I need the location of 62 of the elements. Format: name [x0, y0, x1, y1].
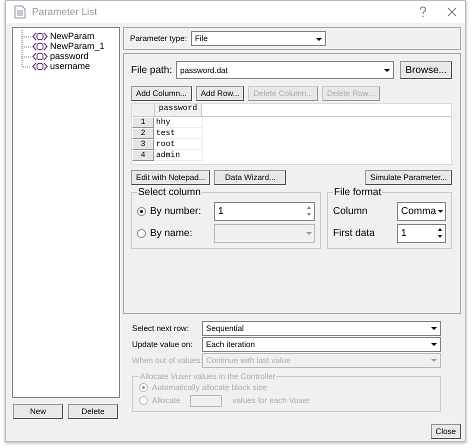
- dropdown-value: Sequential: [206, 324, 245, 332]
- table-cell[interactable]: hhy: [154, 117, 203, 128]
- delete-button[interactable]: Delete: [68, 404, 118, 419]
- spinner-value: 1: [218, 206, 224, 216]
- window-title: Parameter List: [32, 6, 98, 18]
- parameter-name[interactable]: NewParam_1: [49, 41, 106, 51]
- close-button[interactable]: Close: [430, 424, 461, 439]
- browse-button[interactable]: Browse...: [400, 61, 452, 79]
- number-spinner[interactable]: 1: [214, 202, 315, 220]
- group-title: Allocate Vuser values in the Controller: [139, 372, 276, 381]
- spinner-value: 1: [401, 228, 407, 238]
- option-label: Allocate: [152, 396, 180, 405]
- dropdown-value: password.dat: [180, 66, 229, 74]
- radio-button[interactable]: [137, 206, 146, 216]
- column-label: Column: [333, 206, 368, 216]
- table-cell[interactable]: root: [154, 139, 203, 150]
- setting-label: Select next row:: [132, 324, 190, 332]
- setting-dropdown[interactable]: Each iteration: [202, 336, 441, 352]
- dropdown-value: Continue with last value: [206, 356, 292, 364]
- new-button[interactable]: New: [13, 404, 63, 419]
- parameter-icon: [32, 62, 48, 70]
- number-spinner[interactable]: 1: [397, 224, 446, 242]
- dropdown-value: File: [194, 34, 209, 43]
- simulate-parameter-button[interactable]: Simulate Parameter...: [365, 170, 452, 185]
- document-icon: [14, 5, 26, 19]
- parameter-type-label: Parameter type:: [130, 34, 187, 43]
- file-path-label: File path:: [131, 64, 172, 76]
- setting-label: Update value on:: [132, 340, 194, 348]
- first-data-label: First data: [333, 228, 376, 238]
- table-cell[interactable]: test: [154, 128, 203, 139]
- parameter-icon: [32, 32, 48, 40]
- group-title: Select column: [137, 187, 202, 198]
- group-title: File format: [333, 187, 382, 198]
- edit-with-notepad-button[interactable]: Edit with Notepad...: [131, 170, 210, 185]
- parameter-icon: [32, 52, 48, 60]
- option-label: Automatically allocate block size: [152, 383, 267, 392]
- column-header[interactable]: password: [154, 104, 202, 116]
- setting-dropdown[interactable]: Sequential: [202, 320, 441, 336]
- option-label: By number:: [150, 206, 202, 216]
- grid-action-button[interactable]: Add Row...: [196, 86, 244, 101]
- table-cell[interactable]: admin: [154, 150, 203, 161]
- parameter-name[interactable]: NewParam: [49, 31, 96, 41]
- dropdown-value: Each iteration: [206, 340, 256, 348]
- option-label: By name:: [150, 228, 194, 238]
- data-wizard-button[interactable]: Data Wizard...: [214, 170, 286, 185]
- grid-action-button[interactable]: Add Column...: [131, 86, 192, 101]
- parameter-icon: [32, 42, 48, 50]
- row-number: 2: [132, 128, 154, 139]
- parameter-name[interactable]: username: [49, 61, 92, 71]
- dropdown-value: Comma: [401, 206, 436, 216]
- file-path-dropdown[interactable]: password.dat: [176, 61, 394, 79]
- grid-corner-cell[interactable]: [132, 104, 154, 116]
- setting-label: When out of values:: [132, 356, 202, 364]
- parameter-type-dropdown[interactable]: File: [190, 31, 326, 46]
- row-number: 1: [132, 117, 154, 128]
- delimiter-dropdown[interactable]: Comma: [397, 202, 446, 220]
- close-icon[interactable]: [447, 7, 457, 17]
- option-suffix: values for each Vuser: [232, 396, 310, 405]
- row-number: 4: [132, 150, 154, 161]
- parameter-name[interactable]: password: [49, 51, 90, 61]
- row-number: 3: [132, 139, 154, 150]
- help-icon[interactable]: [419, 6, 427, 18]
